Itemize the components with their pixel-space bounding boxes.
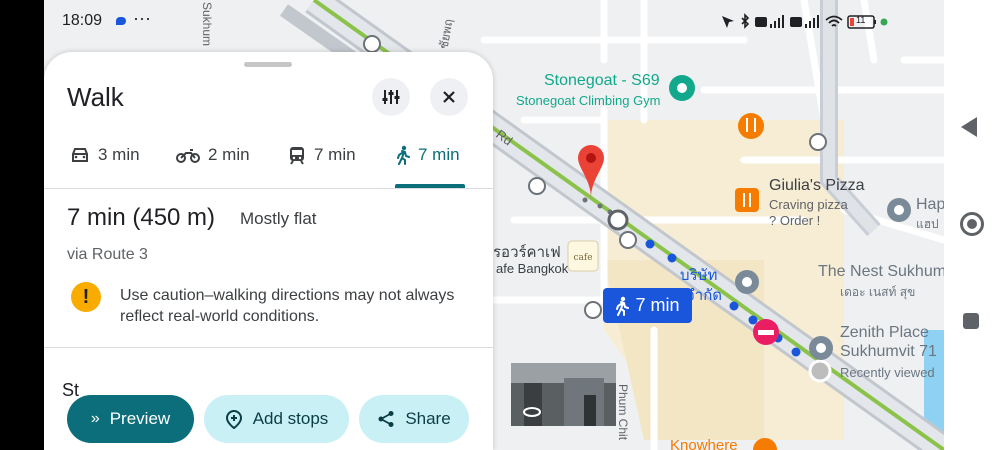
phone-screen: cafe Stonegoat - S69 Stonegoat Climbing … <box>44 0 944 450</box>
battery-level: 11 <box>856 15 866 25</box>
walk-icon <box>397 145 410 165</box>
share-icon <box>378 411 394 427</box>
svg-text:cafe: cafe <box>573 253 592 263</box>
pizza-poi-icon <box>735 188 759 212</box>
hotel-poi-icon <box>753 319 779 345</box>
add-stops-button[interactable]: Add stops <box>204 395 349 443</box>
place-label-giulia[interactable]: Giulia's Pizza <box>769 177 865 195</box>
privacy-dot <box>880 18 888 26</box>
transit-icon <box>290 147 304 165</box>
wifi-icon <box>825 15 843 27</box>
close-icon <box>443 91 455 103</box>
add-stops-label: Add stops <box>252 409 329 428</box>
place-sublabel-stonegoat: Stonegoat Climbing Gym <box>516 93 661 108</box>
status-more: ··· <box>133 8 151 28</box>
stonegoat-poi-icon <box>669 75 695 101</box>
signal-icon <box>770 15 784 28</box>
place-label-nest[interactable]: The Nest Sukhum <box>818 263 944 281</box>
status-time: 18:09 <box>62 12 103 29</box>
place-sublabel-zenith: Recently viewed <box>840 365 935 380</box>
mode-tab-walk[interactable]: 7 min <box>396 140 460 170</box>
bluetooth-icon <box>741 13 750 29</box>
place-label-stonegoat[interactable]: Stonegoat - S69 <box>544 72 660 90</box>
route-time-badge[interactable]: 7 min <box>603 288 692 323</box>
preview-label: Preview <box>109 409 171 428</box>
route-via: via Route 3 <box>67 246 148 263</box>
system-nav-bar <box>944 0 1000 450</box>
place-label-zenith-2: Sukhumvit 71 <box>840 343 937 360</box>
route-time-distance: 7 min (450 m) <box>67 204 216 231</box>
volte-icon-2 <box>790 17 802 27</box>
mode-tab-transit[interactable]: 7 min <box>288 140 356 170</box>
cafe-poi-icon: cafe <box>567 240 599 272</box>
motorbike-icon <box>176 149 200 163</box>
mode-tab-motorbike[interactable]: 2 min <box>176 140 250 170</box>
place-sublabel-hap: แฮป <box>916 217 939 231</box>
status-icons <box>718 12 908 32</box>
sheet-title: Walk <box>67 82 124 112</box>
tune-icon <box>382 90 400 104</box>
warning-icon: ! <box>71 282 101 312</box>
warning-text: Use caution–walking directions may not a… <box>120 287 455 325</box>
back-icon[interactable] <box>961 117 977 137</box>
route-destination-marker <box>808 359 832 383</box>
divider <box>44 188 493 189</box>
mode-time-transit: 7 min <box>314 145 356 164</box>
route-options-button[interactable] <box>372 78 410 116</box>
restaurant-poi-icon <box>738 113 764 139</box>
place-sublabel-giulia-2: ? Order ! <box>769 213 821 228</box>
close-button[interactable] <box>430 78 468 116</box>
road-label-phum-chit: Phum Chit <box>616 384 630 441</box>
street-view-thumbnail <box>511 363 616 426</box>
double-chevron-icon: » <box>90 410 100 427</box>
location-icon <box>722 16 734 28</box>
home-icon[interactable] <box>960 212 984 236</box>
mode-time-motorbike: 2 min <box>208 145 250 164</box>
place-sublabel-nest: เดอะ เนสท์ สุข <box>840 285 916 299</box>
place-label-knowhere[interactable]: Knowhere <box>670 437 738 450</box>
route-origin-marker <box>607 209 629 231</box>
place-label-zenith[interactable]: Zenith Place <box>840 324 929 342</box>
mode-tab-car[interactable]: 3 min <box>70 140 140 170</box>
place-label-hap[interactable]: Hap <box>916 196 944 214</box>
share-button[interactable]: Share <box>359 395 469 443</box>
add-location-icon <box>225 409 242 429</box>
mode-time-car: 3 min <box>98 145 140 164</box>
volte-icon <box>755 17 767 27</box>
chat-notification-icon <box>116 17 126 25</box>
directions-sheet: Walk 3 min 2 min 7 min 7 min 7 min (450 … <box>44 52 493 450</box>
car-icon <box>72 148 88 162</box>
route-terrain: Mostly flat <box>240 209 317 228</box>
drag-handle[interactable] <box>244 62 292 67</box>
preview-button[interactable]: » Preview <box>67 395 194 443</box>
signal-icon-2 <box>805 15 819 28</box>
steps-heading: St <box>62 380 80 400</box>
place-label-cafe[interactable]: afe Bangkok <box>496 261 568 276</box>
mode-time-walk: 7 min <box>418 145 460 164</box>
share-label: Share <box>405 409 451 428</box>
divider-2 <box>44 347 493 348</box>
recents-icon[interactable] <box>963 313 979 329</box>
status-bar: 18:09 ··· 11 <box>44 0 944 44</box>
place-sublabel-giulia: Craving pizza <box>769 197 848 212</box>
route-badge-time: 7 min <box>635 295 680 315</box>
walk-icon <box>615 296 630 316</box>
